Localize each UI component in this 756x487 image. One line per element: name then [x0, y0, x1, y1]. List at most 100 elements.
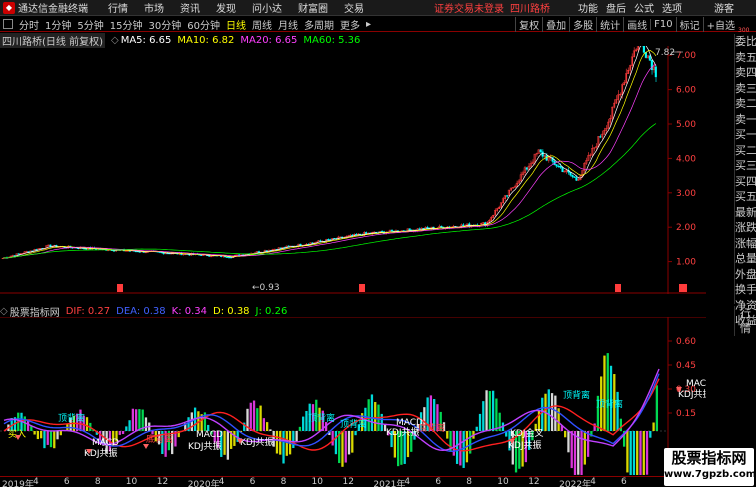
overlay-button[interactable]: 叠加	[542, 16, 569, 32]
price-tick-label: 6.00	[676, 86, 696, 96]
quote-tab-16[interactable]: 换手	[735, 282, 756, 298]
candle-body	[230, 257, 233, 259]
indicator-chart[interactable]: 0.600.450.300.15 顶背离顶背离顶背离顶背离顶背离买入MACDKD…	[0, 317, 706, 475]
menu-options[interactable]: 选项	[658, 0, 686, 15]
indicator-bar	[570, 431, 573, 469]
grid-icon[interactable]	[3, 19, 13, 29]
watermark-logo: 股票指标网 www.7gpzb.com	[664, 448, 756, 486]
kdj-cross-label: KDJ金叉	[510, 427, 544, 439]
price-tick-label: 7.00	[676, 51, 696, 61]
period-daily[interactable]: 日线	[223, 17, 249, 32]
high-price-label: 7.82	[655, 48, 675, 58]
candle-body	[557, 165, 560, 167]
indicator-bar	[262, 418, 266, 431]
menu-formula[interactable]: 公式	[630, 0, 658, 15]
menu-discover[interactable]: 发现	[208, 0, 244, 15]
quote-tab-5[interactable]: 卖一	[735, 112, 756, 128]
menu-ask[interactable]: 问小达	[244, 0, 290, 15]
period-30min[interactable]: 30分钟	[145, 17, 184, 32]
date-label-13: 4	[404, 477, 411, 487]
quote-tab-3[interactable]: 卖三	[735, 81, 756, 97]
menu-market[interactable]: 市场	[136, 0, 172, 15]
period-1min[interactable]: 1分钟	[42, 17, 74, 32]
indicator-bar	[226, 431, 229, 460]
indicator-bar	[118, 431, 121, 435]
period-intraday[interactable]: 分时	[16, 17, 42, 32]
menu-wealth[interactable]: 财富圈	[290, 0, 336, 15]
menu-after-hours[interactable]: 盘后	[602, 0, 630, 15]
quote-tab-12[interactable]: 涨跌	[735, 220, 756, 236]
mark-button[interactable]: 标记	[675, 16, 703, 32]
draw-line-button[interactable]: 画线	[623, 16, 650, 32]
indicator-bar	[256, 408, 259, 431]
menu-trade[interactable]: 交易	[336, 0, 372, 15]
menu-quotes[interactable]: 行情	[100, 0, 136, 15]
statistics-button[interactable]: 统计	[596, 16, 623, 32]
indicator-bar	[295, 431, 298, 442]
indicator-bar	[462, 431, 465, 468]
period-60min[interactable]: 60分钟	[184, 17, 223, 32]
indicator-bar	[144, 417, 148, 431]
indicator-bar	[606, 353, 609, 431]
divergence-label-1: 顶背离	[58, 412, 85, 424]
login-warning[interactable]: 证券交易未登录	[434, 0, 504, 15]
period-more[interactable]: 更多	[337, 17, 363, 32]
j-value: J: 0.26	[255, 305, 288, 317]
quote-tab-14[interactable]: 总量	[735, 251, 756, 267]
indicator-bar	[491, 390, 495, 431]
adjust-button[interactable]: 复权	[515, 16, 542, 32]
indicator-bar	[632, 431, 636, 475]
period-multi[interactable]: 多周期	[301, 17, 337, 32]
quote-tab-13[interactable]: 涨幅	[735, 236, 756, 252]
quote-tab-lower-0[interactable]: 行情	[735, 306, 756, 336]
quote-tab-6[interactable]: 买一	[735, 127, 756, 143]
date-label-0: 2019年	[2, 480, 34, 487]
ma-icon: ◇	[110, 34, 119, 46]
quote-tab-7[interactable]: 买二	[735, 143, 756, 159]
indicator-bar	[367, 399, 370, 431]
date-label-11: 12	[342, 477, 354, 487]
indicator-bar	[331, 431, 334, 446]
add-watchlist-button[interactable]: +自选	[702, 16, 738, 32]
ma10-value: MA10: 6.82	[177, 34, 235, 46]
quote-tab-0[interactable]: 委比	[735, 34, 756, 50]
indicator-bar	[85, 417, 89, 431]
date-label-7: 4	[218, 477, 225, 487]
chevron-right-icon[interactable]: ▸	[363, 19, 374, 30]
menu-news[interactable]: 资讯	[172, 0, 208, 15]
indicator-bar	[344, 431, 347, 463]
candle-body	[561, 167, 564, 173]
quote-tab-2[interactable]: 卖四	[735, 65, 756, 81]
ma60-value: MA60: 5.36	[303, 34, 361, 46]
kline-chart[interactable]: 7.00 6.00 5.00 4.00 3.00 2.00 1.00 7.82 ←0.93	[0, 46, 706, 294]
quote-tab-1[interactable]: 卖五	[735, 50, 756, 66]
indicator-bar	[550, 393, 554, 431]
date-label-4: 10	[125, 477, 138, 487]
indicator-icon: ◇	[0, 305, 8, 317]
menu-function[interactable]: 功能	[574, 0, 602, 15]
indicator-bar	[485, 390, 488, 431]
period-5min[interactable]: 5分钟	[74, 17, 106, 32]
quote-tab-8[interactable]: 买三	[735, 158, 756, 174]
multi-stock-button[interactable]: 多股	[569, 16, 596, 32]
candle-body	[210, 255, 213, 258]
candle-body	[555, 164, 558, 167]
period-15min[interactable]: 15分钟	[107, 17, 146, 32]
period-monthly[interactable]: 月线	[275, 17, 301, 32]
candle-body	[287, 245, 290, 247]
quote-tab-4[interactable]: 卖二	[735, 96, 756, 112]
quote-tab-15[interactable]: 外盘	[735, 267, 756, 283]
quote-tab-11[interactable]: 最新	[735, 205, 756, 221]
f10-button[interactable]: F10	[650, 18, 675, 30]
indicator-bar	[56, 431, 59, 440]
period-weekly[interactable]: 周线	[249, 17, 275, 32]
candle-body	[265, 250, 268, 252]
indicator-bar	[282, 431, 285, 464]
indicator-bar	[603, 355, 606, 431]
sub-chart-header: ◇ 股票指标网 DIF: 0.27 DEA: 0.38 K: 0.34 D: 0…	[0, 305, 293, 319]
quote-tab-10[interactable]: 买五	[735, 189, 756, 205]
guest-label[interactable]: 游客	[714, 0, 734, 15]
indicator-bar	[138, 409, 141, 431]
quote-tab-9[interactable]: 买四	[735, 174, 756, 190]
price-tick-label: 1.00	[676, 258, 696, 268]
